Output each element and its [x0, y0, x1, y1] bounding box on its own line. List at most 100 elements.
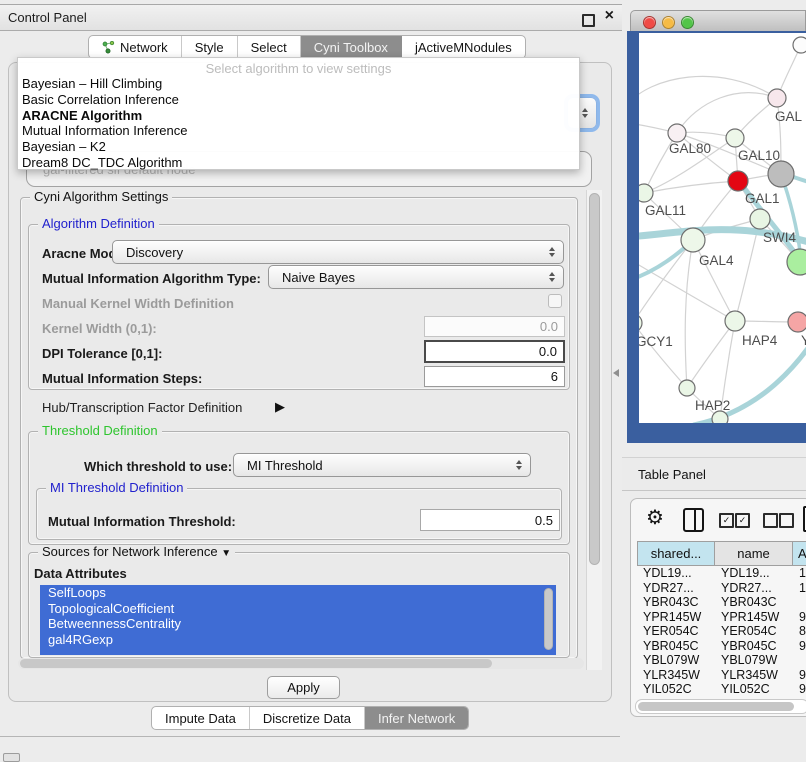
dropdown-item-bayesian-k2[interactable]: Bayesian – K2 [18, 139, 579, 155]
settings-scrollbar-thumb[interactable] [589, 193, 600, 565]
dropdown-item-basic-correlation-inference[interactable]: Basic Correlation Inference [18, 92, 579, 108]
network-window-titlebar[interactable] [630, 10, 806, 31]
network-node[interactable] [750, 209, 770, 229]
attribute-item-gal4rgexp[interactable]: gal4RGexp [40, 632, 556, 648]
network-edge[interactable] [639, 323, 687, 388]
deselect-icon-2[interactable] [779, 513, 794, 528]
table-row[interactable]: YPR145WYPR145W9. [637, 610, 806, 625]
network-node[interactable] [726, 129, 744, 147]
attribute-item-betweennesscentrality[interactable]: BetweennessCentrality [40, 616, 556, 632]
network-node-label-gal4: GAL4 [699, 253, 734, 268]
network-node[interactable] [639, 184, 653, 202]
settings-scrollbar-track[interactable] [586, 190, 602, 670]
mi-algorithm-type-label: Mutual Information Algorithm Type: [42, 271, 261, 286]
network-node[interactable] [728, 171, 748, 191]
tab-label: jActiveMNodules [415, 40, 512, 55]
expand-arrow-icon[interactable]: ▶ [275, 399, 285, 415]
table-row[interactable]: YER054CYER054C8. [637, 624, 806, 639]
collapse-arrow-icon: ▼ [221, 548, 231, 559]
hub-section-label[interactable]: Hub/Transcription Factor Definition [42, 400, 242, 415]
network-node[interactable] [787, 249, 806, 275]
close-icon[interactable]: × [605, 7, 614, 25]
table-row[interactable]: YDL19...YDL19...13 [637, 566, 806, 581]
network-edge[interactable] [685, 240, 693, 388]
tab-network[interactable]: Network [89, 36, 182, 58]
panel-resize-handle[interactable] [613, 369, 619, 377]
attribute-item-partial[interactable] [40, 647, 556, 655]
select-all-icon-2[interactable]: ✓ [735, 513, 750, 528]
tab-impute-data[interactable]: Impute Data [152, 707, 250, 729]
attribute-item-selfloops[interactable]: SelfLoops [40, 585, 556, 601]
network-node[interactable] [788, 312, 806, 332]
network-node[interactable] [725, 311, 745, 331]
tab-style[interactable]: Style [182, 36, 238, 58]
table-row[interactable]: YIL052CYIL052C9 [637, 682, 806, 697]
network-node[interactable] [681, 228, 705, 252]
combo-spinner-icon [549, 247, 555, 257]
column-header-partial[interactable]: A [793, 541, 806, 566]
split-columns-icon[interactable] [683, 508, 704, 532]
network-node[interactable] [639, 314, 642, 332]
dpi-tolerance-field[interactable]: 0.0 [424, 340, 565, 363]
sources-group-title[interactable]: Sources for Network Inference ▼ [38, 545, 235, 561]
network-edge[interactable] [687, 321, 735, 388]
network-node[interactable] [679, 380, 695, 396]
attributes-list-scrollbar-thumb[interactable] [544, 588, 553, 650]
network-canvas[interactable]: GALGAL80GAL10GAL1GAL11SWI4GAL4GCY1HAP4YH… [639, 33, 806, 423]
select-all-icon[interactable]: ✓ [719, 513, 734, 528]
kernel-width-field[interactable]: 0.0 [424, 316, 565, 337]
table-hscrollbar-track[interactable] [635, 699, 806, 714]
attribute-item-topologicalcoefficient[interactable]: TopologicalCoefficient [40, 601, 556, 617]
network-node-label-swi4: SWI4 [763, 230, 796, 245]
tab-cyni-toolbox[interactable]: Cyni Toolbox [301, 36, 402, 58]
mi-threshold-field[interactable]: 0.5 [420, 509, 560, 531]
dropdown-item-aracne-algorithm[interactable]: ARACNE Algorithm [18, 108, 579, 124]
mi-algorithm-type-combo[interactable]: Naive Bayes [268, 265, 564, 289]
algorithm-definition-title: Algorithm Definition [38, 217, 159, 231]
column-header-name[interactable]: name [715, 541, 793, 566]
settings-hscrollbar-thumb[interactable] [20, 659, 492, 668]
aracne-mode-combo[interactable]: Discovery [112, 240, 564, 264]
table-row[interactable]: YBL079WYBL079W [637, 653, 806, 668]
apply-button[interactable]: Apply [267, 676, 340, 699]
close-window-icon[interactable] [643, 16, 656, 29]
network-node[interactable] [768, 161, 794, 187]
table-row[interactable]: YBR045CYBR045C9. [637, 639, 806, 654]
mi-steps-field[interactable]: 6 [424, 366, 565, 387]
dropdown-item-dream8-dc-tdc-algorithm[interactable]: Dream8 DC_TDC Algorithm [18, 155, 579, 171]
dropdown-item-mutual-information-inference[interactable]: Mutual Information Inference [18, 123, 579, 139]
table-cell: YDR27... [637, 581, 715, 596]
network-node[interactable] [768, 89, 786, 107]
gear-icon[interactable]: ⚙ [646, 505, 664, 530]
manual-kernel-checkbox[interactable] [548, 294, 562, 308]
minimize-window-icon[interactable] [662, 16, 675, 29]
table-cell: YLR345W [715, 668, 793, 683]
table-hscrollbar-thumb[interactable] [638, 702, 794, 711]
table-row[interactable]: YBR043CYBR043C [637, 595, 806, 610]
which-threshold-combo[interactable]: MI Threshold [233, 453, 531, 477]
tab-jactivemnodules[interactable]: jActiveMNodules [402, 36, 525, 58]
table-cell: 9. [793, 668, 806, 683]
network-node[interactable] [793, 37, 806, 53]
network-edge[interactable] [639, 76, 777, 105]
deselect-icon[interactable] [763, 513, 778, 528]
which-threshold-label: Which threshold to use: [84, 459, 232, 474]
dock-mini-button[interactable] [3, 753, 20, 762]
tab-select[interactable]: Select [238, 36, 301, 58]
network-node[interactable] [668, 124, 686, 142]
mi-steps-value: 6 [551, 369, 558, 384]
settings-hscrollbar-track[interactable] [18, 658, 584, 669]
table-row[interactable]: YDR27...YDR27...12 [637, 581, 806, 596]
dropdown-item-bayesian-hill-climbing[interactable]: Bayesian – Hill Climbing [18, 76, 579, 92]
column-header-shared[interactable]: shared... [637, 541, 715, 566]
tab-infer-network[interactable]: Infer Network [365, 707, 468, 729]
combo-spinner-icon [549, 272, 555, 282]
tab-discretize-data[interactable]: Discretize Data [250, 707, 365, 729]
table-panel-title: Table Panel [638, 467, 706, 482]
float-window-icon[interactable] [582, 14, 595, 27]
table-cell: YER054C [715, 624, 793, 639]
network-edge[interactable] [677, 93, 777, 133]
data-attributes-list[interactable]: SelfLoopsTopologicalCoefficientBetweenne… [40, 585, 556, 655]
table-row[interactable]: YLR345WYLR345W9. [637, 668, 806, 683]
zoom-window-icon[interactable] [681, 16, 694, 29]
